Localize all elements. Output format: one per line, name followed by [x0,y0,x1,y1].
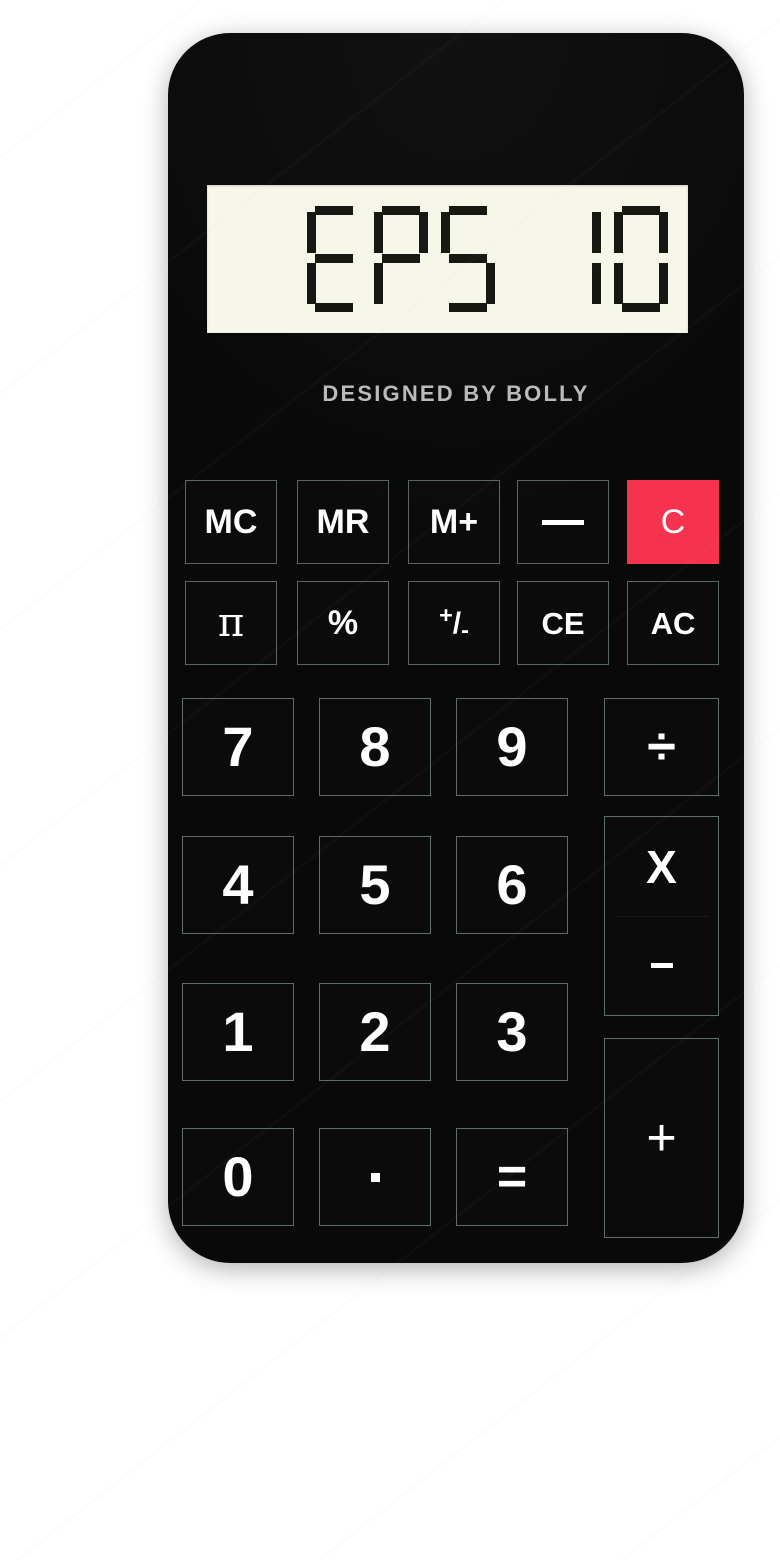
add-icon: + [646,1109,677,1167]
key-digit-9[interactable]: 9 [456,698,568,796]
key-digit-0[interactable]: 0 [182,1128,294,1226]
divide-icon: ÷ [647,718,676,776]
key-label: +/- [439,602,469,643]
key-memory-clear[interactable]: MC [185,480,277,564]
key-label: 0 [222,1145,254,1208]
key-memory-subtract[interactable] [517,480,609,564]
calculator-body: DESIGNED BY BOLLY MC MR M+ C π % +/- CE [168,33,744,1263]
key-add[interactable]: + [604,1038,719,1238]
key-clear-entry[interactable]: CE [517,581,609,665]
key-digit-1[interactable]: 1 [182,983,294,1081]
key-clear[interactable]: C [627,480,719,564]
key-label: 4 [222,853,254,916]
key-memory-add[interactable]: M+ [408,480,500,564]
key-divider [614,916,709,917]
equals-icon: = [496,1148,528,1206]
key-digit-5[interactable]: 5 [319,836,431,934]
key-decimal-point[interactable] [319,1128,431,1226]
key-percent[interactable]: % [297,581,389,665]
subtract-icon-wrap[interactable] [605,916,718,1015]
key-pi[interactable]: π [185,581,277,665]
key-digit-6[interactable]: 6 [456,836,568,934]
multiply-icon: X [646,840,677,893]
key-label: 5 [359,853,391,916]
key-label: AC [650,605,696,641]
key-label: C [660,503,686,541]
key-label: 6 [496,853,528,916]
key-label: π [217,600,245,646]
key-memory-recall[interactable]: MR [297,480,389,564]
key-label: 9 [496,715,528,778]
key-label: MR [316,503,370,541]
key-equals[interactable]: = [456,1128,568,1226]
key-label: MC [204,503,258,541]
key-all-clear[interactable]: AC [627,581,719,665]
key-label: 7 [222,715,254,778]
key-digit-4[interactable]: 4 [182,836,294,934]
key-divide[interactable]: ÷ [604,698,719,796]
key-sign-toggle[interactable]: +/- [408,581,500,665]
key-label: M+ [429,503,479,541]
key-label: 2 [359,1000,391,1063]
key-label: 8 [359,715,391,778]
key-digit-2[interactable]: 2 [319,983,431,1081]
subtract-icon [650,963,673,968]
multiply-icon-wrap[interactable]: X [605,817,718,916]
key-digit-8[interactable]: 8 [319,698,431,796]
minus-icon [542,519,584,525]
key-multiply-subtract[interactable]: X [604,816,719,1016]
key-label: 3 [496,1000,528,1063]
key-digit-3[interactable]: 3 [456,983,568,1081]
key-label: CE [541,605,585,641]
keypad: MC MR M+ C π % +/- CE AC 7 8 9 ÷ 4 5 6 X… [168,33,744,1263]
decimal-dot-icon [370,1172,380,1182]
key-label: 1 [222,1000,254,1063]
key-digit-7[interactable]: 7 [182,698,294,796]
key-label: % [327,604,359,642]
